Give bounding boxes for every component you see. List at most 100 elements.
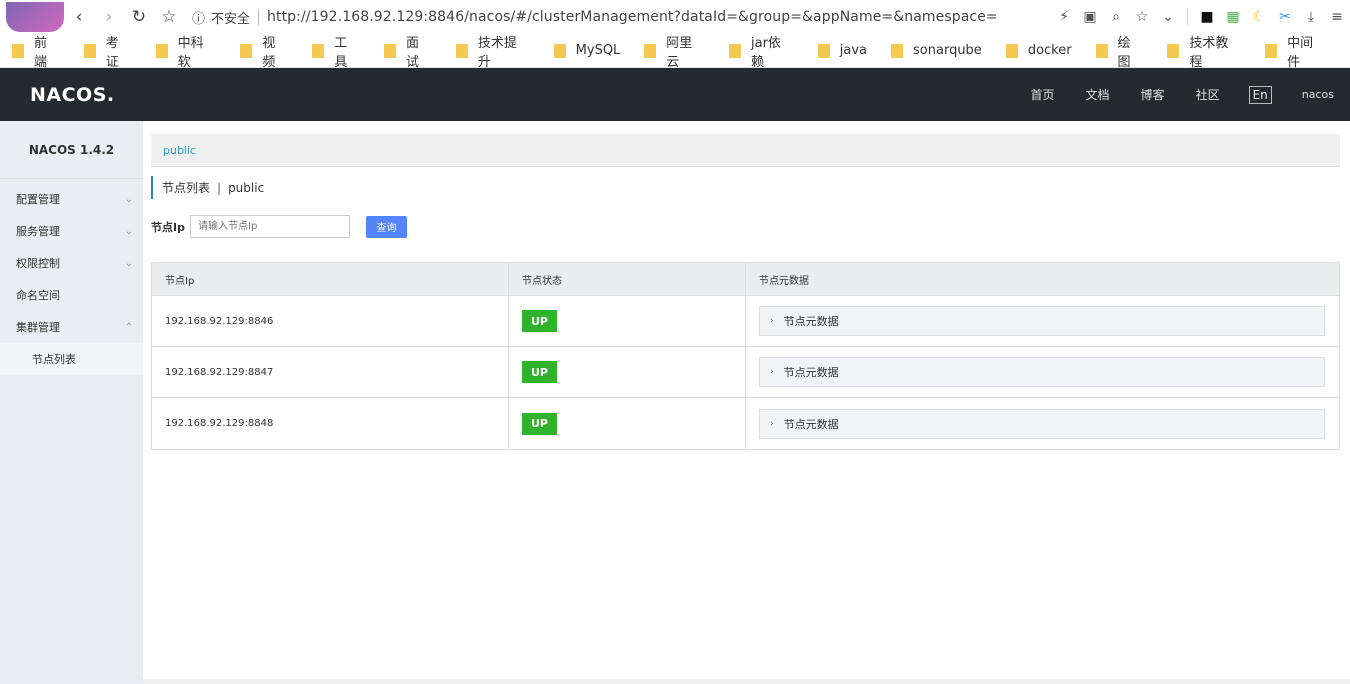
bookmark-item[interactable]: 阿里云 <box>644 32 705 70</box>
address-divider <box>258 9 260 25</box>
sidebar-item-config[interactable]: 配置管理 ⌄ <box>0 183 143 215</box>
node-status-cell: UP <box>509 347 746 397</box>
bookmark-label: MySQL <box>575 43 621 58</box>
folder-icon <box>1095 43 1108 58</box>
bookmark-item[interactable]: java <box>817 43 867 58</box>
sidebar: NACOS 1.4.2 配置管理 ⌄ 服务管理 ⌄ 权限控制 ⌄ 命名空间 集群… <box>0 121 143 684</box>
bookmark-item[interactable]: sonarqube <box>891 43 982 58</box>
bookmark-item[interactable]: 工具 <box>312 32 360 70</box>
bookmark-item[interactable]: MySQL <box>553 43 621 58</box>
nacos-logo[interactable]: NACOS. <box>30 84 115 106</box>
metadata-collapse[interactable]: › 节点元数据 <box>759 306 1325 336</box>
scissors-icon[interactable]: ✂ <box>1272 9 1298 25</box>
search-button[interactable]: 查询 <box>366 215 407 238</box>
lightning-icon[interactable]: ⚡ <box>1051 9 1077 25</box>
reload-icon[interactable]: ↻ <box>124 7 154 27</box>
nav-docs[interactable]: 文档 <box>1086 86 1110 103</box>
chevron-up-icon: ⌃ <box>124 321 133 333</box>
security-status[interactable]: 不安全 <box>211 8 250 27</box>
bookmark-label: 考证 <box>105 35 119 70</box>
folder-icon <box>384 43 397 58</box>
top-nav: 首页 文档 博客 社区 En nacos <box>1000 68 1334 121</box>
extension-icon[interactable]: ■ <box>1194 9 1220 25</box>
language-toggle[interactable]: En <box>1248 85 1272 104</box>
bookmark-item[interactable]: 中科软 <box>155 32 217 70</box>
table-header: 节点Ip 节点状态 节点元数据 <box>152 263 1339 296</box>
search-label: 节点Ip <box>151 220 185 234</box>
bookmark-item[interactable]: 技术提升 <box>455 32 530 70</box>
bookmark-item[interactable]: 中间件 <box>1265 32 1326 70</box>
sidebar-item-label: 服务管理 <box>16 225 60 238</box>
search-row: 节点Ip 查询 <box>151 215 1340 238</box>
main-content: public 节点列表 | public 节点Ip 查询 节点Ip 节点状态 节… <box>143 121 1350 684</box>
bookmark-label: sonarqube <box>913 43 982 58</box>
status-badge: UP <box>522 412 557 435</box>
bookmark-item[interactable]: 前端 <box>12 32 60 70</box>
node-metadata-cell: › 节点元数据 <box>746 347 1339 397</box>
forward-icon[interactable]: › <box>94 7 124 27</box>
bookmark-item[interactable]: 考证 <box>83 32 132 70</box>
sidebar-item-service[interactable]: 服务管理 ⌄ <box>0 215 143 247</box>
bookmark-label: docker <box>1027 43 1072 58</box>
horizontal-scrollbar[interactable] <box>143 679 1350 684</box>
nav-blog[interactable]: 博客 <box>1141 86 1165 103</box>
bookmark-item[interactable]: 视频 <box>240 32 288 70</box>
address-bar-url[interactable]: http://192.168.92.129:8846/nacos/#/clust… <box>267 9 998 25</box>
bookmark-item[interactable]: 技术教程 <box>1167 32 1241 70</box>
column-header-ip: 节点Ip <box>152 263 509 295</box>
bookmark-item[interactable]: 绘图 <box>1095 32 1144 70</box>
bookmark-label: 中间件 <box>1287 35 1314 70</box>
folder-icon <box>12 43 24 58</box>
favorite-icon[interactable]: ☆ <box>1129 9 1155 25</box>
bookmark-item[interactable]: jar依赖 <box>729 32 794 70</box>
tab-favicon-image[interactable] <box>6 2 64 32</box>
user-name[interactable]: nacos <box>1302 88 1334 101</box>
folder-icon <box>1167 43 1180 58</box>
menu-icon[interactable]: ≡ <box>1324 9 1350 25</box>
nav-home[interactable]: 首页 <box>1031 86 1055 103</box>
metadata-collapse[interactable]: › 节点元数据 <box>759 408 1325 439</box>
bookmark-item[interactable]: 面试 <box>384 32 432 70</box>
folder-icon <box>455 43 468 58</box>
metadata-collapse[interactable]: › 节点元数据 <box>759 357 1325 387</box>
sidebar-item-label: 配置管理 <box>16 193 60 206</box>
chevron-right-icon: › <box>770 367 774 377</box>
qr-code-icon[interactable]: ▣ <box>1077 9 1103 25</box>
bookmark-label: 技术教程 <box>1189 35 1229 70</box>
sidebar-subitem-node-list[interactable]: 节点列表 <box>0 343 143 375</box>
toolbar-divider <box>1187 9 1188 25</box>
node-table: 节点Ip 节点状态 节点元数据 192.168.92.129:8846 UP ›… <box>151 262 1340 450</box>
zoom-icon[interactable]: ⌕ <box>1103 9 1129 25</box>
node-status-cell: UP <box>509 398 746 449</box>
star-icon[interactable]: ☆ <box>154 7 184 27</box>
folder-icon <box>729 43 742 58</box>
sidebar-item-namespace[interactable]: 命名空间 <box>0 279 143 311</box>
status-badge: UP <box>522 310 557 332</box>
folder-icon <box>553 43 566 58</box>
bookmark-label: 前端 <box>33 35 47 70</box>
back-icon[interactable]: ‹ <box>64 7 94 27</box>
sidebar-item-auth[interactable]: 权限控制 ⌄ <box>0 247 143 279</box>
node-ip-input[interactable] <box>190 215 350 238</box>
page-title-namespace: public <box>228 180 265 195</box>
sidebar-item-label: 集群管理 <box>16 321 60 334</box>
sidebar-item-cluster[interactable]: 集群管理 ⌃ <box>0 311 143 343</box>
node-metadata-cell: › 节点元数据 <box>746 296 1339 346</box>
node-ip: 192.168.92.129:8848 <box>152 398 509 449</box>
apps-icon[interactable]: ▦ <box>1220 9 1246 25</box>
status-badge: UP <box>522 361 557 383</box>
download-icon[interactable]: ⤓ <box>1298 9 1324 25</box>
moon-icon[interactable]: ☾ <box>1246 9 1272 25</box>
chevron-right-icon: › <box>770 418 774 429</box>
folder-icon <box>240 43 253 58</box>
node-status-cell: UP <box>509 296 746 346</box>
bookmark-label: jar依赖 <box>751 35 781 70</box>
bookmark-item[interactable]: docker <box>1005 43 1072 58</box>
folder-icon <box>817 43 830 58</box>
nav-community[interactable]: 社区 <box>1196 86 1220 103</box>
folder-icon <box>83 43 96 58</box>
info-icon[interactable]: ⓘ <box>192 8 205 27</box>
namespace-link-public[interactable]: public <box>163 144 196 157</box>
dropdown-icon[interactable]: ⌄ <box>1155 9 1181 25</box>
page-title: 节点列表 | public <box>151 176 1340 199</box>
